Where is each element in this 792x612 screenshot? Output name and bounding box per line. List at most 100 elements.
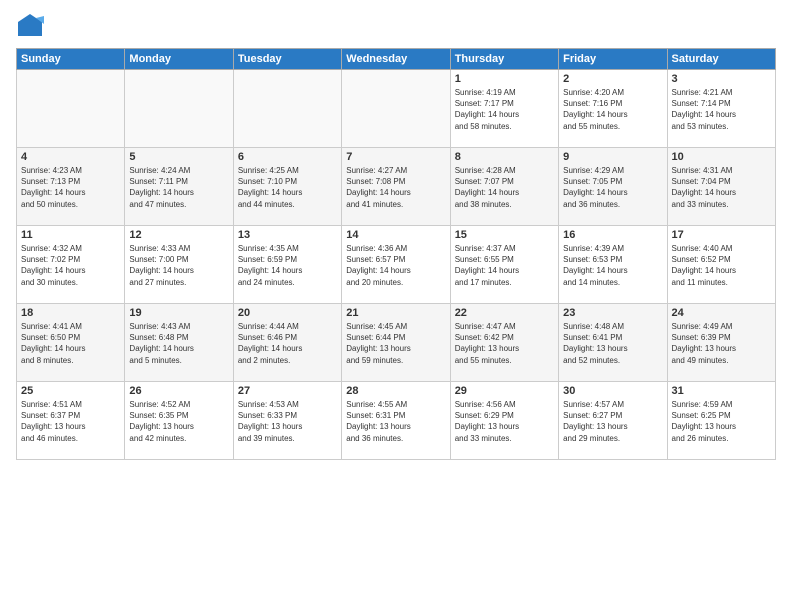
- day-info: Sunrise: 4:47 AM Sunset: 6:42 PM Dayligh…: [455, 321, 554, 366]
- day-number: 26: [129, 385, 228, 397]
- day-cell: 30Sunrise: 4:57 AM Sunset: 6:27 PM Dayli…: [559, 382, 667, 460]
- header-row: SundayMondayTuesdayWednesdayThursdayFrid…: [17, 49, 776, 70]
- day-number: 28: [346, 385, 445, 397]
- day-info: Sunrise: 4:59 AM Sunset: 6:25 PM Dayligh…: [672, 399, 771, 444]
- day-number: 11: [21, 229, 120, 241]
- day-cell: 27 Sunrise: 4:53 AM Sunset: 6:33 PM Dayli…: [233, 382, 341, 460]
- calendar-table: SundayMondayTuesdayWednesdayThursdayFrid…: [16, 48, 776, 460]
- day-info: Sunrise: 4:39 AM Sunset: 6:53 PM Dayligh…: [563, 243, 662, 288]
- day-cell: 8 Sunrise: 4:28 AM Sunset: 7:07 PM Daylig…: [450, 148, 558, 226]
- day-number: 3: [672, 73, 771, 85]
- day-cell: 24 Sunrise: 4:49 AM Sunset: 6:39 PM Dayli…: [667, 304, 775, 382]
- day-cell: 23 Sunrise: 4:48 AM Sunset: 6:41 PM Dayli…: [559, 304, 667, 382]
- day-number: 10: [672, 151, 771, 163]
- day-cell: 2 Sunrise: 4:20 AM Sunset: 7:16 PM Daylig…: [559, 70, 667, 148]
- day-cell: 15 Sunrise: 4:37 AM Sunset: 6:55 PM Dayli…: [450, 226, 558, 304]
- header: [16, 12, 776, 40]
- day-info: Sunrise: 4:48 AM Sunset: 6:41 PM Dayligh…: [563, 321, 662, 366]
- day-cell: 20Sunrise: 4:44 AM Sunset: 6:46 PM Dayli…: [233, 304, 341, 382]
- day-number: 20: [238, 307, 337, 319]
- day-cell: [233, 70, 341, 148]
- day-number: 1: [455, 73, 554, 85]
- day-number: 23: [563, 307, 662, 319]
- day-number: 24: [672, 307, 771, 319]
- day-info: Sunrise: 4:25 AM Sunset: 7:10 PM Dayligh…: [238, 165, 337, 210]
- day-cell: 9 Sunrise: 4:29 AM Sunset: 7:05 PM Daylig…: [559, 148, 667, 226]
- day-cell: 7 Sunrise: 4:27 AM Sunset: 7:08 PM Daylig…: [342, 148, 450, 226]
- page: SundayMondayTuesdayWednesdayThursdayFrid…: [0, 0, 792, 612]
- header-cell-sunday: Sunday: [17, 49, 125, 70]
- day-info: Sunrise: 4:36 AM Sunset: 6:57 PM Dayligh…: [346, 243, 445, 288]
- day-cell: 29Sunrise: 4:56 AM Sunset: 6:29 PM Dayli…: [450, 382, 558, 460]
- day-number: 12: [129, 229, 228, 241]
- day-cell: 10Sunrise: 4:31 AM Sunset: 7:04 PM Dayli…: [667, 148, 775, 226]
- day-number: 22: [455, 307, 554, 319]
- day-info: Sunrise: 4:45 AM Sunset: 6:44 PM Dayligh…: [346, 321, 445, 366]
- day-number: 16: [563, 229, 662, 241]
- day-cell: 11 Sunrise: 4:32 AM Sunset: 7:02 PM Dayli…: [17, 226, 125, 304]
- header-cell-monday: Monday: [125, 49, 233, 70]
- day-info: Sunrise: 4:29 AM Sunset: 7:05 PM Dayligh…: [563, 165, 662, 210]
- day-number: 21: [346, 307, 445, 319]
- day-number: 13: [238, 229, 337, 241]
- week-row-2: 11 Sunrise: 4:32 AM Sunset: 7:02 PM Dayli…: [17, 226, 776, 304]
- day-cell: 1Sunrise: 4:19 AM Sunset: 7:17 PM Daylig…: [450, 70, 558, 148]
- day-cell: [342, 70, 450, 148]
- day-info: Sunrise: 4:27 AM Sunset: 7:08 PM Dayligh…: [346, 165, 445, 210]
- day-number: 5: [129, 151, 228, 163]
- day-number: 8: [455, 151, 554, 163]
- day-cell: [17, 70, 125, 148]
- day-number: 19: [129, 307, 228, 319]
- day-number: 2: [563, 73, 662, 85]
- day-info: Sunrise: 4:28 AM Sunset: 7:07 PM Dayligh…: [455, 165, 554, 210]
- day-cell: 6 Sunrise: 4:25 AM Sunset: 7:10 PM Daylig…: [233, 148, 341, 226]
- day-cell: 19Sunrise: 4:43 AM Sunset: 6:48 PM Dayli…: [125, 304, 233, 382]
- day-info: Sunrise: 4:56 AM Sunset: 6:29 PM Dayligh…: [455, 399, 554, 444]
- day-cell: 5Sunrise: 4:24 AM Sunset: 7:11 PM Daylig…: [125, 148, 233, 226]
- day-info: Sunrise: 4:23 AM Sunset: 7:13 PM Dayligh…: [21, 165, 120, 210]
- day-cell: 18 Sunrise: 4:41 AM Sunset: 6:50 PM Dayli…: [17, 304, 125, 382]
- day-cell: 17 Sunrise: 4:40 AM Sunset: 6:52 PM Dayli…: [667, 226, 775, 304]
- day-cell: 21 Sunrise: 4:45 AM Sunset: 6:44 PM Dayli…: [342, 304, 450, 382]
- day-info: Sunrise: 4:35 AM Sunset: 6:59 PM Dayligh…: [238, 243, 337, 288]
- day-cell: [125, 70, 233, 148]
- day-number: 18: [21, 307, 120, 319]
- day-info: Sunrise: 4:40 AM Sunset: 6:52 PM Dayligh…: [672, 243, 771, 288]
- day-cell: 25 Sunrise: 4:51 AM Sunset: 6:37 PM Dayli…: [17, 382, 125, 460]
- day-number: 14: [346, 229, 445, 241]
- day-number: 6: [238, 151, 337, 163]
- day-number: 25: [21, 385, 120, 397]
- day-cell: 26Sunrise: 4:52 AM Sunset: 6:35 PM Dayli…: [125, 382, 233, 460]
- day-info: Sunrise: 4:51 AM Sunset: 6:37 PM Dayligh…: [21, 399, 120, 444]
- day-info: Sunrise: 4:53 AM Sunset: 6:33 PM Dayligh…: [238, 399, 337, 444]
- header-cell-saturday: Saturday: [667, 49, 775, 70]
- day-number: 31: [672, 385, 771, 397]
- day-info: Sunrise: 4:57 AM Sunset: 6:27 PM Dayligh…: [563, 399, 662, 444]
- day-cell: 13 Sunrise: 4:35 AM Sunset: 6:59 PM Dayli…: [233, 226, 341, 304]
- week-row-0: 1Sunrise: 4:19 AM Sunset: 7:17 PM Daylig…: [17, 70, 776, 148]
- day-info: Sunrise: 4:55 AM Sunset: 6:31 PM Dayligh…: [346, 399, 445, 444]
- logo: [16, 12, 48, 40]
- day-cell: 31 Sunrise: 4:59 AM Sunset: 6:25 PM Dayli…: [667, 382, 775, 460]
- day-number: 7: [346, 151, 445, 163]
- day-info: Sunrise: 4:20 AM Sunset: 7:16 PM Dayligh…: [563, 87, 662, 132]
- week-row-3: 18 Sunrise: 4:41 AM Sunset: 6:50 PM Dayli…: [17, 304, 776, 382]
- day-info: Sunrise: 4:33 AM Sunset: 7:00 PM Dayligh…: [129, 243, 228, 288]
- day-info: Sunrise: 4:21 AM Sunset: 7:14 PM Dayligh…: [672, 87, 771, 132]
- day-cell: 14 Sunrise: 4:36 AM Sunset: 6:57 PM Dayli…: [342, 226, 450, 304]
- logo-icon: [16, 12, 44, 40]
- day-info: Sunrise: 4:49 AM Sunset: 6:39 PM Dayligh…: [672, 321, 771, 366]
- day-number: 17: [672, 229, 771, 241]
- day-cell: 28 Sunrise: 4:55 AM Sunset: 6:31 PM Dayli…: [342, 382, 450, 460]
- calendar-header: SundayMondayTuesdayWednesdayThursdayFrid…: [17, 49, 776, 70]
- day-info: Sunrise: 4:32 AM Sunset: 7:02 PM Dayligh…: [21, 243, 120, 288]
- day-info: Sunrise: 4:41 AM Sunset: 6:50 PM Dayligh…: [21, 321, 120, 366]
- day-cell: 3 Sunrise: 4:21 AM Sunset: 7:14 PM Daylig…: [667, 70, 775, 148]
- day-number: 9: [563, 151, 662, 163]
- day-info: Sunrise: 4:37 AM Sunset: 6:55 PM Dayligh…: [455, 243, 554, 288]
- day-number: 15: [455, 229, 554, 241]
- header-cell-friday: Friday: [559, 49, 667, 70]
- header-cell-wednesday: Wednesday: [342, 49, 450, 70]
- day-cell: 22 Sunrise: 4:47 AM Sunset: 6:42 PM Dayli…: [450, 304, 558, 382]
- day-number: 27: [238, 385, 337, 397]
